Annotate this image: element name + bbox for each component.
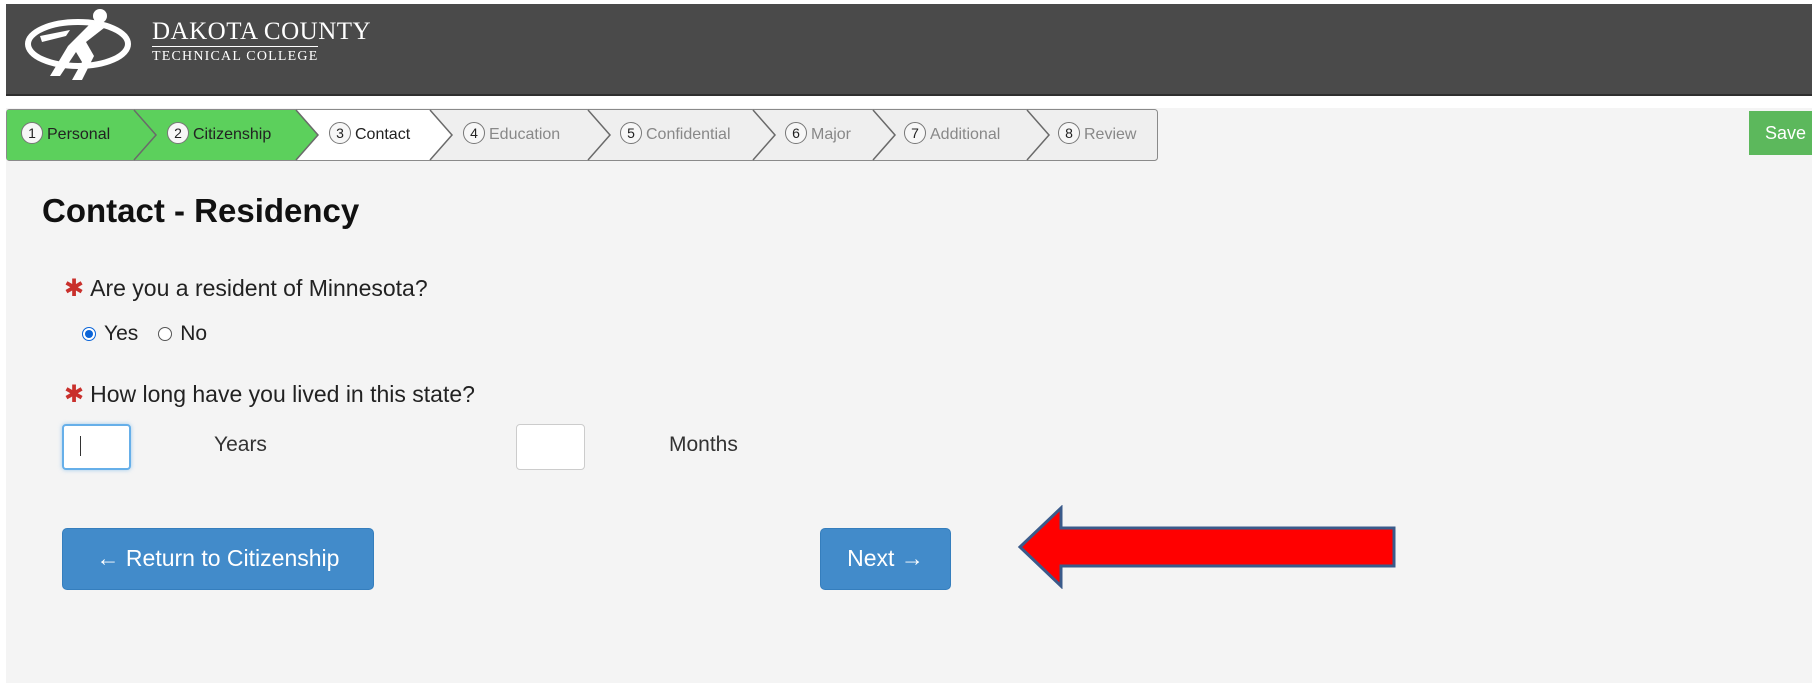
wizard-step-education[interactable]: 4 Education xyxy=(463,109,560,161)
radio-no-label[interactable]: No xyxy=(180,322,207,346)
step-label: Education xyxy=(489,126,561,143)
wizard-step-major[interactable]: 6 Major xyxy=(785,109,851,161)
step-label: Additional xyxy=(930,126,1001,143)
page-title: Contact - Residency xyxy=(42,192,360,229)
years-unit-label: Years xyxy=(214,433,267,456)
months-input[interactable] xyxy=(516,424,585,470)
question-duration: ✱ How long have you lived in this state? xyxy=(64,380,475,409)
site-header: DAKOTA COUNTY TECHNICAL COLLEGE xyxy=(6,4,1812,94)
step-number: 6 xyxy=(785,121,807,144)
step-label: Major xyxy=(811,126,852,143)
save-button[interactable]: Save xyxy=(1749,111,1812,155)
step-label: Review xyxy=(1084,126,1137,143)
next-button[interactable]: Next → xyxy=(820,528,951,590)
college-logo-icon[interactable] xyxy=(20,6,140,86)
required-asterisk-icon: ✱ xyxy=(64,275,85,302)
college-name[interactable]: DAKOTA COUNTY TECHNICAL COLLEGE xyxy=(152,18,371,66)
college-name-line2: TECHNICAL COLLEGE xyxy=(152,46,319,66)
wizard-step-citizenship[interactable]: 2 Citizenship xyxy=(167,109,271,161)
question-residency-label: Are you a resident of Minnesota? xyxy=(90,275,428,301)
radio-yes-label[interactable]: Yes xyxy=(104,322,138,346)
years-input[interactable] xyxy=(62,424,131,470)
college-name-line1: DAKOTA COUNTY xyxy=(152,18,372,45)
step-number: 2 xyxy=(167,121,189,144)
question-residency: ✱ Are you a resident of Minnesota? xyxy=(64,274,428,303)
wizard-step-personal[interactable]: 1 Personal xyxy=(21,109,110,161)
question-duration-label: How long have you lived in this state? xyxy=(90,381,475,407)
radio-no[interactable] xyxy=(158,327,173,341)
wizard-step-review[interactable]: 8 Review xyxy=(1058,109,1136,161)
radio-yes[interactable] xyxy=(82,327,96,341)
months-unit-label: Months xyxy=(669,433,738,456)
red-arrow-icon xyxy=(1017,505,1396,589)
step-number: 1 xyxy=(21,121,43,144)
step-number: 8 xyxy=(1058,121,1080,144)
step-label: Contact xyxy=(355,126,411,143)
residency-options: Yes No xyxy=(82,322,207,346)
step-number: 3 xyxy=(329,121,351,144)
return-to-citizenship-button[interactable]: ← Return to Citizenship xyxy=(62,528,374,590)
step-label: Personal xyxy=(47,126,111,143)
header-divider xyxy=(6,94,1812,96)
step-label: Citizenship xyxy=(193,126,272,143)
wizard-step-additional[interactable]: 7 Additional xyxy=(904,109,1000,161)
text-caret xyxy=(80,436,81,456)
step-number: 7 xyxy=(904,121,926,144)
step-number: 5 xyxy=(620,121,642,144)
wizard-step-contact[interactable]: 3 Contact xyxy=(329,109,410,161)
required-asterisk-icon: ✱ xyxy=(64,381,85,408)
wizard-step-confidential[interactable]: 5 Confidential xyxy=(620,109,731,161)
step-number: 4 xyxy=(463,121,485,144)
step-label: Confidential xyxy=(646,126,731,143)
